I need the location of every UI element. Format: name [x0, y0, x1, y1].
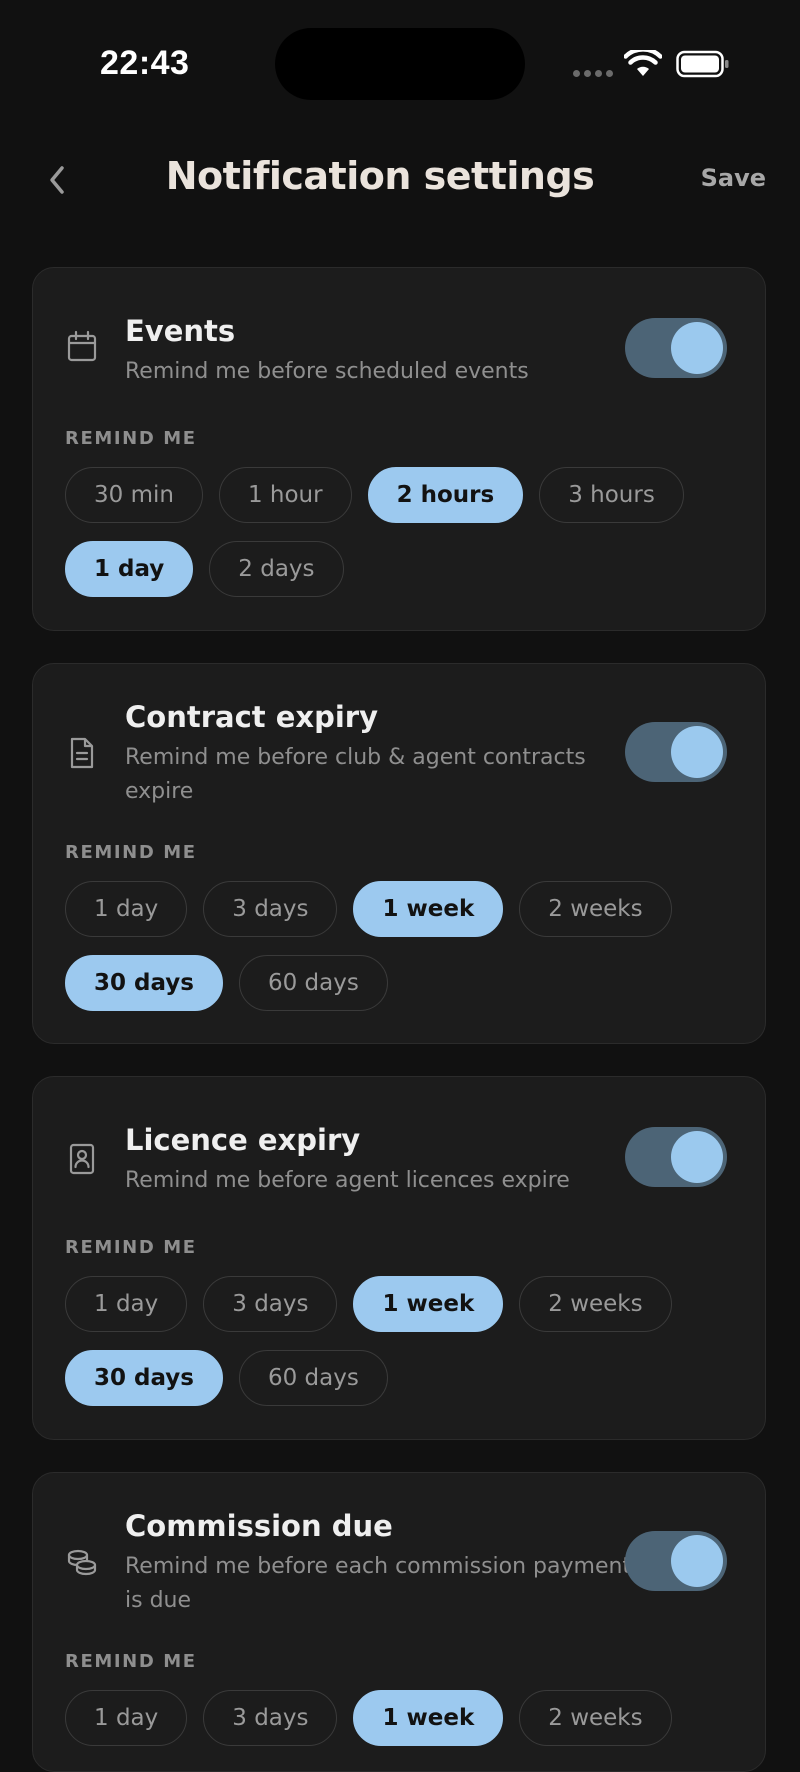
option-chip[interactable]: 1 day — [65, 1276, 188, 1332]
option-chip[interactable]: 1 day — [65, 1690, 188, 1746]
chip-row: 1 day 3 days 1 week 2 weeks — [65, 1690, 672, 1746]
card-title: Events — [125, 314, 236, 348]
chip-row: 30 days 60 days — [65, 1350, 388, 1406]
licence-expiry-card: Licence expiry Remind me before agent li… — [32, 1076, 766, 1440]
remind-me-label: REMIND ME — [65, 842, 197, 863]
events-card: Events Remind me before scheduled events… — [32, 267, 766, 631]
status-bar: 22:43 — [0, 0, 800, 120]
chip-row: 30 min 1 hour 2 hours 3 hours — [65, 467, 684, 523]
remind-me-label: REMIND ME — [65, 428, 197, 449]
option-chip[interactable]: 3 days — [203, 1276, 338, 1332]
remind-me-label: REMIND ME — [65, 1237, 197, 1258]
coins-icon — [67, 1549, 97, 1576]
option-chip[interactable]: 2 weeks — [519, 881, 672, 937]
option-chip[interactable]: 60 days — [238, 955, 388, 1011]
toggle-knob — [671, 726, 723, 778]
chip-row: 30 days 60 days — [65, 955, 388, 1011]
id-badge-icon — [69, 1143, 95, 1175]
toggle-knob — [671, 1131, 723, 1183]
status-time: 22:43 — [100, 44, 190, 82]
option-chip[interactable]: 1 hour — [218, 467, 352, 523]
option-chip[interactable]: 3 days — [203, 881, 338, 937]
battery-icon — [676, 50, 729, 78]
contract-expiry-card: Contract expiry Remind me before club & … — [32, 663, 766, 1044]
option-chip[interactable]: 2 weeks — [519, 1690, 672, 1746]
remind-me-label: REMIND ME — [65, 1651, 197, 1672]
cellular-signal-icon — [573, 70, 613, 77]
option-chip-selected[interactable]: 30 days — [65, 1350, 223, 1406]
card-title: Contract expiry — [125, 700, 379, 734]
card-title: Licence expiry — [125, 1123, 361, 1157]
option-chip[interactable]: 2 weeks — [519, 1276, 672, 1332]
option-chip[interactable]: 60 days — [238, 1350, 388, 1406]
dynamic-island — [275, 28, 525, 100]
option-chip[interactable]: 1 day — [65, 881, 188, 937]
toggle-knob — [671, 1535, 723, 1587]
option-chip[interactable]: 2 days — [209, 541, 344, 597]
card-title: Commission due — [125, 1509, 393, 1543]
option-chip-selected[interactable]: 1 day — [65, 541, 194, 597]
chip-row: 1 day 3 days 1 week 2 weeks — [65, 881, 672, 937]
card-description: Remind me before club & agent contracts … — [125, 745, 586, 804]
card-description: Remind me before scheduled events — [125, 359, 529, 384]
option-chip[interactable]: 3 days — [203, 1690, 338, 1746]
option-chip-selected[interactable]: 1 week — [353, 1690, 504, 1746]
licence-expiry-toggle[interactable] — [625, 1127, 727, 1187]
page-title: Notification settings — [165, 154, 595, 198]
chip-row: 1 day 3 days 1 week 2 weeks — [65, 1276, 672, 1332]
wifi-icon — [624, 50, 662, 76]
option-chip[interactable]: 30 min — [65, 467, 203, 523]
chip-row: 1 day 2 days — [65, 541, 344, 597]
option-chip[interactable]: 3 hours — [539, 467, 684, 523]
option-chip-selected[interactable]: 2 hours — [367, 467, 524, 523]
navigation-header: Notification settings Save — [0, 140, 800, 220]
option-chip-selected[interactable]: 1 week — [353, 1276, 504, 1332]
card-description: Remind me before each commission payment… — [125, 1554, 632, 1613]
commission-due-toggle[interactable] — [625, 1531, 727, 1591]
toggle-knob — [671, 322, 723, 374]
document-icon — [70, 737, 94, 769]
contract-expiry-toggle[interactable] — [625, 722, 727, 782]
option-chip-selected[interactable]: 30 days — [65, 955, 223, 1011]
events-toggle[interactable] — [625, 318, 727, 378]
calendar-icon — [67, 330, 97, 362]
commission-due-card: Commission due Remind me before each com… — [32, 1472, 766, 1772]
card-description: Remind me before agent licences expire — [125, 1168, 570, 1193]
option-chip-selected[interactable]: 1 week — [353, 881, 504, 937]
save-button[interactable]: Save — [701, 164, 766, 192]
